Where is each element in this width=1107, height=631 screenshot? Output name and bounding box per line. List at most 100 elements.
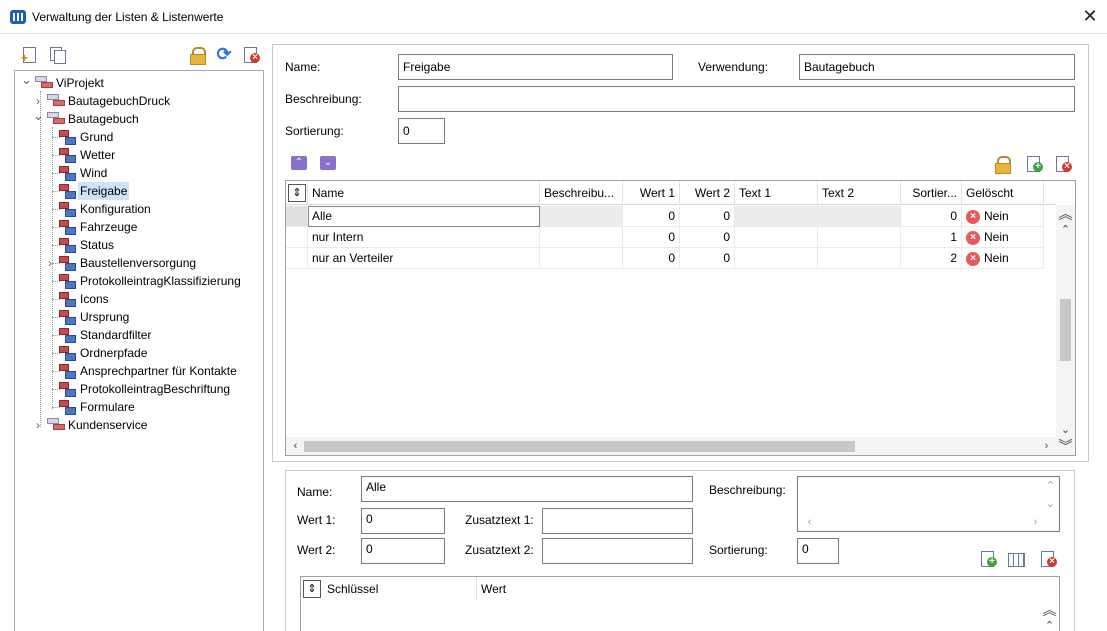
cell-sortierung[interactable]: 0 xyxy=(901,206,962,227)
list-name-field[interactable]: Freigabe xyxy=(398,54,673,80)
wert2-field[interactable]: 0 xyxy=(361,538,445,564)
key-sort-column-header[interactable]: ⇕ xyxy=(301,577,323,601)
key-sort-toggle-icon[interactable]: ⇕ xyxy=(303,580,321,598)
column-header-schluessel[interactable]: Schlüssel xyxy=(323,577,477,601)
cell-wert1[interactable]: 0 xyxy=(623,248,680,269)
add-value-icon[interactable] xyxy=(1025,155,1043,173)
cell-wert1[interactable]: 0 xyxy=(623,227,680,248)
tree-item[interactable]: ⌄ ViProjekt xyxy=(15,71,263,92)
cell-text1[interactable] xyxy=(735,248,818,269)
tree-item[interactable]: Konfiguration xyxy=(15,200,263,218)
row-selector-cell[interactable] xyxy=(286,227,308,248)
cell-name[interactable]: Alle xyxy=(308,206,540,227)
scroll-right-icon[interactable]: › xyxy=(1037,439,1056,453)
scroll-left-icon[interactable]: ‹ xyxy=(286,439,305,453)
close-button[interactable]: ✕ xyxy=(1076,4,1104,28)
scroll-bottom-icon[interactable]: ︾ xyxy=(1056,439,1075,453)
tree-item[interactable]: ProtokolleintragKlassifizierung xyxy=(15,272,263,290)
column-header-text1[interactable]: Text 1 xyxy=(735,181,818,205)
copy-list-icon[interactable] xyxy=(48,46,66,64)
vscroll-thumb[interactable] xyxy=(1060,299,1071,361)
values-grid[interactable]: ⇕ Name Beschreibu... Wert 1 Wert 2 Text … xyxy=(285,180,1076,456)
tree-item[interactable]: Wetter xyxy=(15,146,263,164)
textarea-scroll-up-icon[interactable]: ⌃ xyxy=(1041,479,1060,493)
cell-name[interactable]: nur an Verteiler xyxy=(308,248,540,269)
sort-column-header[interactable]: ⇕ xyxy=(286,181,308,205)
cell-beschreibung[interactable] xyxy=(540,248,623,269)
tree-item[interactable]: ⌄ Bautagebuch xyxy=(15,107,263,128)
scroll-down-icon[interactable]: ⌄ xyxy=(1056,423,1075,437)
textarea-scroll-right-icon[interactable]: › xyxy=(1026,515,1045,529)
tree-item[interactable]: Icons xyxy=(15,290,263,308)
wert1-field[interactable]: 0 xyxy=(361,508,445,534)
cell-text1[interactable] xyxy=(735,227,818,248)
key-scroll-up-icon[interactable]: ⌃ xyxy=(1040,619,1059,631)
cell-beschreibung[interactable] xyxy=(540,206,623,227)
table-row[interactable]: nur an Verteiler 0 0 2 × Nein xyxy=(286,248,1056,269)
cell-text2[interactable] xyxy=(818,206,901,227)
cell-text2[interactable] xyxy=(818,227,901,248)
new-list-icon[interactable] xyxy=(20,46,38,65)
verwendung-field[interactable]: Bautagebuch xyxy=(799,54,1075,80)
list-sort-field[interactable]: 0 xyxy=(398,118,445,144)
column-header-sortierung[interactable]: Sortier... xyxy=(901,181,962,205)
cell-name[interactable]: nur Intern xyxy=(308,227,540,248)
value-description-field[interactable]: ⌃ ⌄ ‹ › xyxy=(797,476,1060,532)
column-header-wert2[interactable]: Wert 2 xyxy=(680,181,735,205)
cell-geloescht[interactable]: × Nein xyxy=(962,206,1044,227)
delete-value-icon[interactable] xyxy=(1054,155,1072,173)
values-grid-vscroll[interactable]: ︽ ⌃ ⌄ ︾ xyxy=(1056,205,1075,455)
chevron-right-icon[interactable]: › xyxy=(45,254,55,272)
cell-sortierung[interactable]: 2 xyxy=(901,248,962,269)
tree-item[interactable]: › BautagebuchDruck xyxy=(15,92,263,110)
tree-item[interactable]: Ordnerpfade xyxy=(15,344,263,362)
scroll-top-icon[interactable]: ︽ xyxy=(1056,207,1075,221)
cell-text2[interactable] xyxy=(818,248,901,269)
cell-wert2[interactable]: 0 xyxy=(680,248,735,269)
table-row[interactable]: Alle 0 0 0 × Nein xyxy=(286,206,1056,227)
cell-text1[interactable] xyxy=(735,206,818,227)
table-row[interactable]: nur Intern 0 0 1 × Nein xyxy=(286,227,1056,248)
tree-item[interactable]: Freigabe xyxy=(15,182,263,200)
column-header-geloescht[interactable]: Gelöscht xyxy=(962,181,1044,205)
tree-item[interactable]: Ansprechpartner für Kontakte xyxy=(15,362,263,380)
tree-item[interactable]: Fahrzeuge xyxy=(15,218,263,236)
key-scroll-top-icon[interactable]: ︽ xyxy=(1040,603,1059,617)
values-grid-hscroll[interactable]: ‹ › xyxy=(286,437,1056,455)
tree-item[interactable]: Wind xyxy=(15,164,263,182)
textarea-scroll-left-icon[interactable]: ‹ xyxy=(800,515,819,529)
column-header-text2[interactable]: Text 2 xyxy=(818,181,901,205)
zusatztext1-field[interactable] xyxy=(542,508,693,534)
value-name-field[interactable]: Alle xyxy=(361,476,693,502)
move-up-button[interactable]: ⌃ xyxy=(291,156,307,170)
tree-item[interactable]: Formulare xyxy=(15,398,263,416)
zusatztext2-field[interactable] xyxy=(542,538,693,564)
row-selector-cell[interactable] xyxy=(286,206,308,227)
delete-list-icon[interactable] xyxy=(242,46,260,64)
lock-icon[interactable] xyxy=(188,46,206,65)
column-header-wert1[interactable]: Wert 1 xyxy=(623,181,680,205)
tree-item[interactable]: Grund xyxy=(15,128,263,146)
cell-geloescht[interactable]: × Nein xyxy=(962,248,1044,269)
list-tree[interactable]: ⌄ ViProjekt › BautagebuchDruck ⌄ Bautagebuch G… xyxy=(14,70,264,631)
cell-wert2[interactable]: 0 xyxy=(680,227,735,248)
value-sort-field[interactable]: 0 xyxy=(797,538,839,564)
column-header-beschreibung[interactable]: Beschreibu... xyxy=(540,181,623,205)
chevron-down-icon[interactable]: ⌄ xyxy=(21,71,32,89)
delete-key-icon[interactable] xyxy=(1039,550,1057,568)
cell-wert1[interactable]: 0 xyxy=(623,206,680,227)
refresh-icon[interactable]: ⟳ xyxy=(215,45,233,63)
column-header-wert[interactable]: Wert xyxy=(477,577,1037,601)
tree-item[interactable]: › Baustellenversorgung xyxy=(15,254,263,272)
chevron-down-icon[interactable]: ⌄ xyxy=(33,107,44,125)
scroll-up-icon[interactable]: ⌃ xyxy=(1056,223,1075,237)
cell-wert2[interactable]: 0 xyxy=(680,206,735,227)
tree-item[interactable]: › Kundenservice xyxy=(15,416,263,434)
values-lock-icon[interactable] xyxy=(993,155,1011,174)
columns-icon[interactable] xyxy=(1007,550,1025,568)
tree-item[interactable]: Ursprung xyxy=(15,308,263,326)
move-down-button[interactable]: ⌄ xyxy=(320,156,336,170)
cell-beschreibung[interactable] xyxy=(540,227,623,248)
tree-item[interactable]: Standardfilter xyxy=(15,326,263,344)
list-description-field[interactable] xyxy=(398,86,1075,112)
